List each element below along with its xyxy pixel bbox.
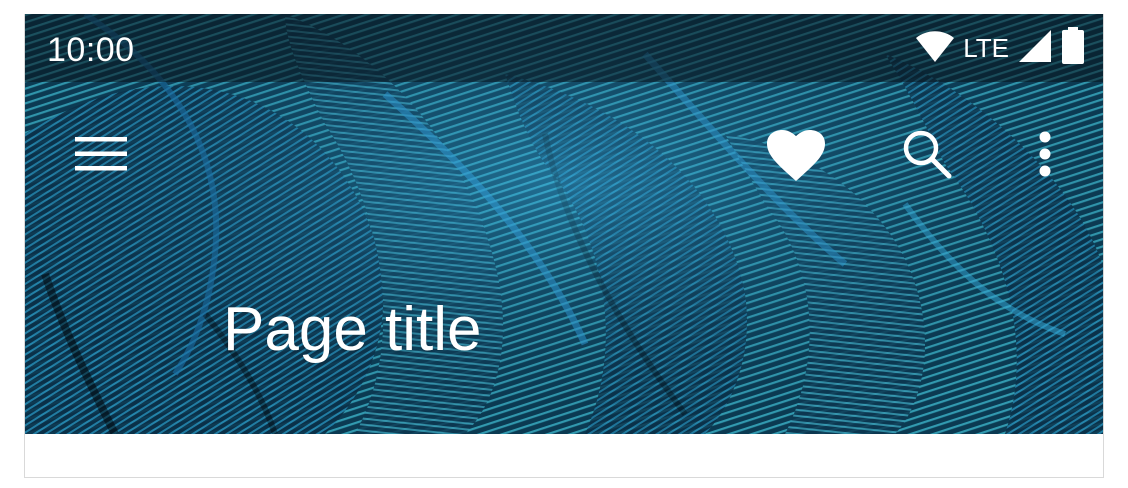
page-title: Page title bbox=[223, 295, 482, 364]
search-button[interactable] bbox=[891, 120, 963, 192]
more-vert-icon bbox=[1038, 130, 1052, 183]
signal-icon bbox=[1017, 28, 1053, 69]
network-type-label: LTE bbox=[963, 33, 1009, 63]
more-options-button[interactable] bbox=[1009, 120, 1081, 192]
search-icon bbox=[902, 129, 952, 184]
status-time: 10:00 bbox=[47, 31, 135, 69]
menu-button[interactable] bbox=[65, 120, 137, 192]
favorite-button[interactable] bbox=[760, 122, 832, 194]
status-bar: 10:00 LTE bbox=[25, 14, 1103, 82]
header-image: 10:00 LTE Page title bbox=[25, 14, 1103, 434]
top-app-bar bbox=[25, 82, 1103, 232]
heart-icon bbox=[767, 129, 825, 187]
status-icons: LTE bbox=[915, 26, 1085, 70]
app-screen: 10:00 LTE Page title bbox=[24, 14, 1104, 478]
battery-icon bbox=[1061, 26, 1085, 70]
wifi-icon bbox=[915, 29, 955, 68]
menu-icon bbox=[75, 136, 127, 177]
content-area bbox=[25, 434, 1103, 477]
